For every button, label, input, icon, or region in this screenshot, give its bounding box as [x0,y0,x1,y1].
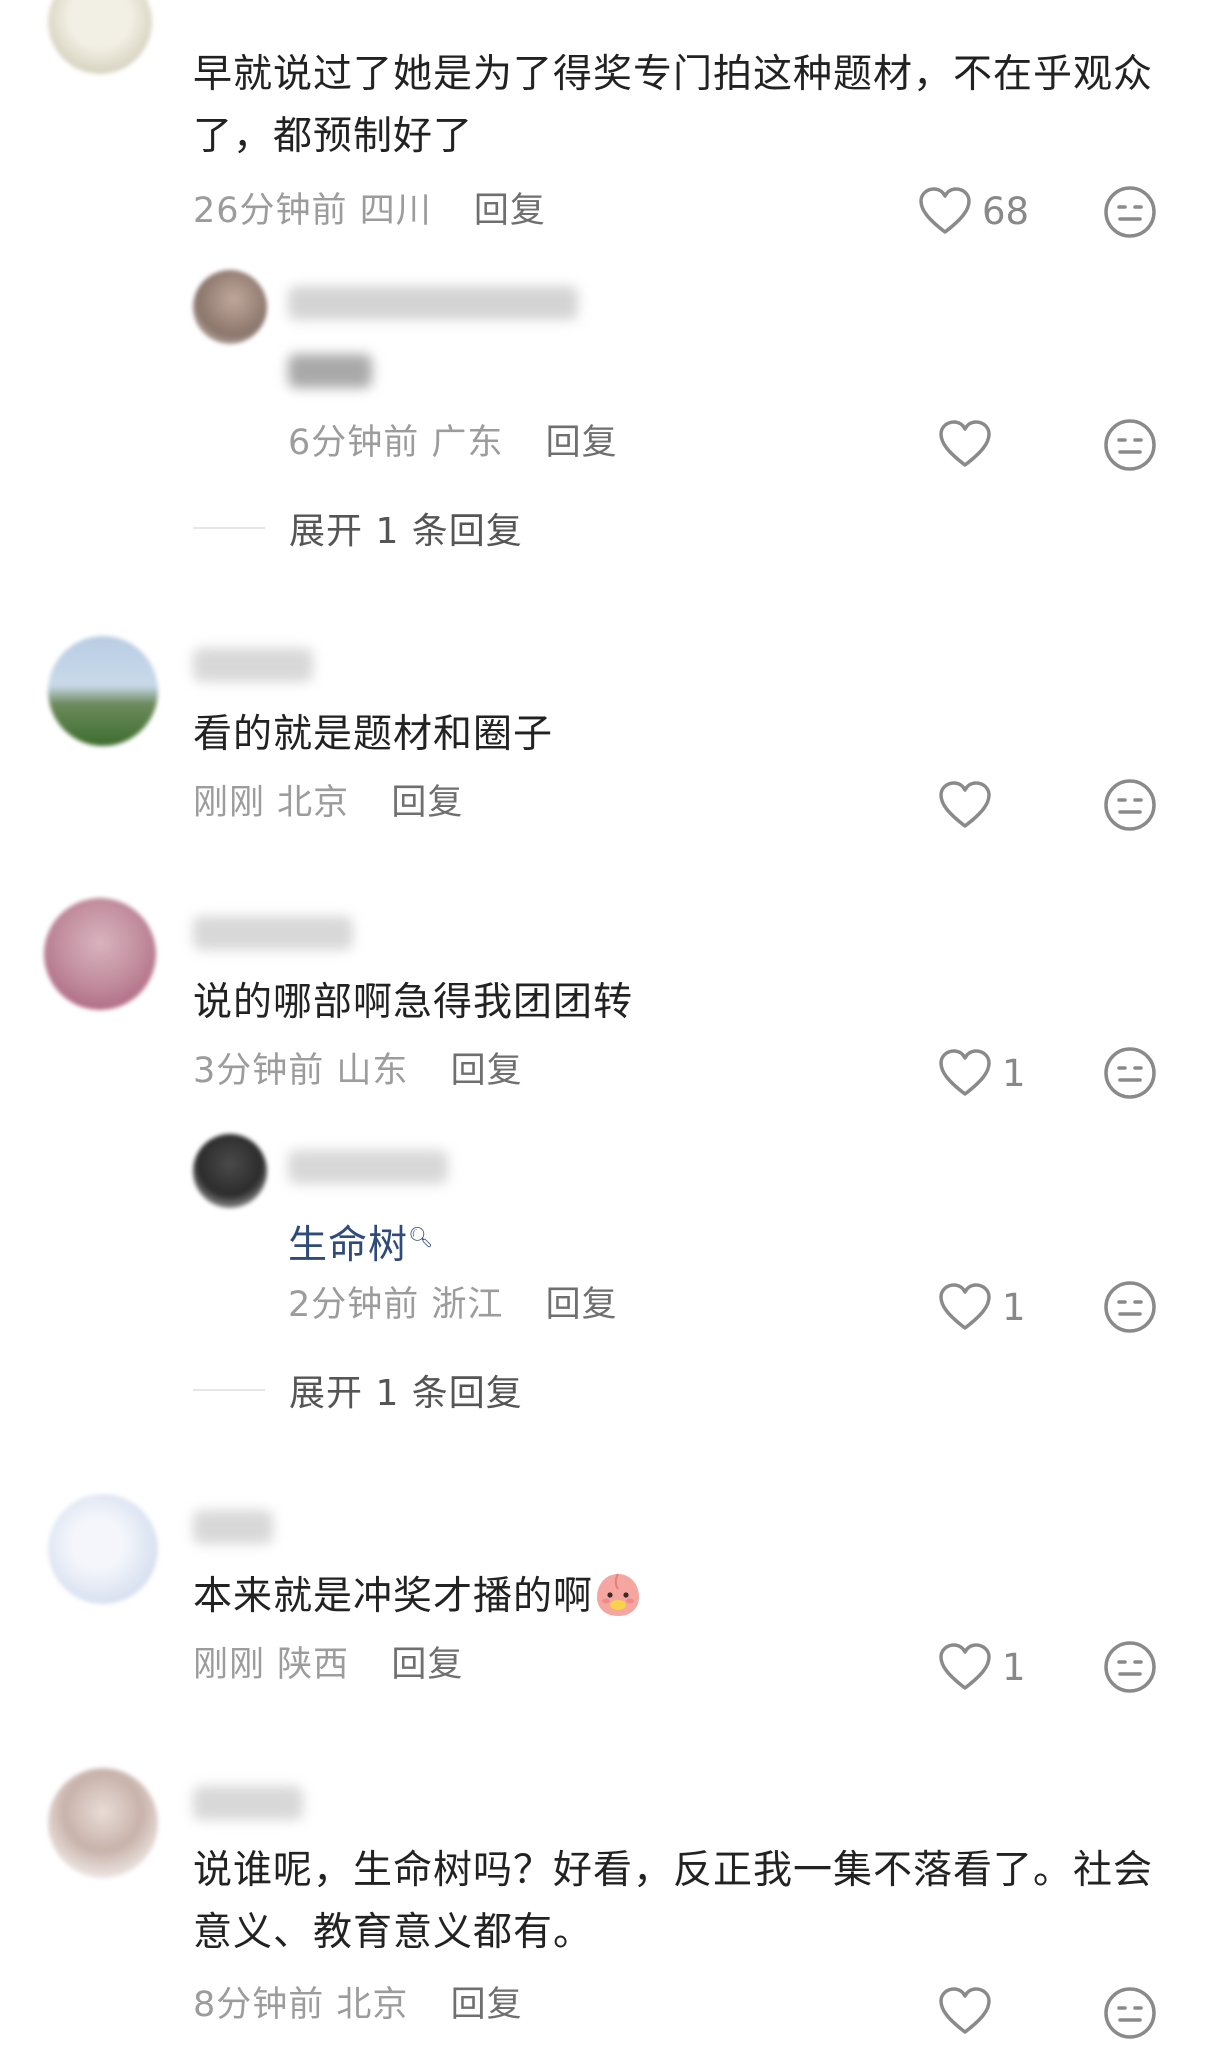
reply-button[interactable]: 回复 [451,1985,523,2025]
like-count: 1 [1002,1051,1026,1095]
neutral-face-icon[interactable] [1103,1986,1157,2040]
comment-time: 26分钟前 [193,191,348,231]
comment-meta: 26分钟前 四川 回复 [193,190,546,232]
username-blurred [288,1150,448,1184]
comment-meta: 2分钟前 浙江 回复 [288,1284,618,1326]
reply-button[interactable]: 回复 [546,1285,618,1325]
username-blurred [193,1510,273,1544]
comment-location: 山东 [336,1051,409,1091]
reply-button[interactable]: 回复 [474,191,546,231]
comment-text: 本来就是冲奖才播的啊 [193,1566,1153,1628]
like-button[interactable]: 1 [938,1048,1026,1098]
like-button[interactable]: 1 [938,1282,1026,1332]
username-blurred [193,648,313,682]
comment-text: 早就说过了她是为了得奖专门拍这种题材，不在乎观众了，都预制好了 [193,52,1154,159]
avatar[interactable] [44,898,156,1010]
comment-location: 陕西 [277,1645,350,1685]
comment-text: 看的就是题材和圈子 [193,712,554,757]
like-count: 68 [982,189,1030,233]
like-button[interactable] [938,419,992,469]
reply-text-blurred [288,354,372,388]
neutral-face-icon[interactable] [1103,1640,1157,1694]
reply-button[interactable]: 回复 [391,1645,463,1685]
comment-meta: 刚刚 陕西 回复 [193,1644,463,1686]
username-blurred [288,286,578,320]
comment-text: 说谁呢，生命树吗？好看，反正我一集不落看了。社会意义、教育意义都有。 [193,1848,1154,1955]
neutral-face-icon[interactable] [1103,418,1157,472]
neutral-face-icon[interactable] [1103,185,1157,239]
heart-outline-icon [939,420,991,467]
heart-outline-icon [919,187,971,234]
comment-time: 刚刚 [193,1645,266,1685]
reply-button[interactable]: 回复 [391,783,463,823]
avatar[interactable] [193,270,267,344]
like-count: 1 [1002,1285,1026,1329]
comment-meta: 刚刚 北京 回复 [193,782,463,824]
heart-outline-icon [939,781,991,828]
reply-button[interactable]: 回复 [451,1051,523,1091]
neutral-face-icon[interactable] [1103,778,1157,832]
comment-time: 2分钟前 [288,1285,420,1325]
like-button[interactable]: 1 [938,1642,1026,1692]
avatar[interactable] [193,1134,267,1208]
reply-button[interactable]: 回复 [546,423,618,463]
comment-time: 6分钟前 [288,423,420,463]
like-button[interactable]: 68 [918,186,1029,236]
comment-location: 广东 [431,423,504,463]
neutral-face-icon[interactable] [1103,1280,1157,1334]
comment-meta: 6分钟前 广东 回复 [288,422,618,464]
username-blurred [193,916,353,950]
comment-time: 8分钟前 [193,1985,325,2025]
comment-time: 3分钟前 [193,1051,325,1091]
avatar[interactable] [48,1494,158,1604]
heart-outline-icon [939,1643,991,1690]
heart-outline-icon [939,1283,991,1330]
comment-location: 四川 [359,191,432,231]
neutral-face-icon[interactable] [1103,1046,1157,1100]
comment-time: 刚刚 [193,783,266,823]
comment-location: 北京 [336,1985,409,2025]
expand-replies-button[interactable]: 展开 1 条回复 [193,502,523,554]
comment-location: 北京 [277,783,350,823]
heart-outline-icon [939,1049,991,1096]
comment-location: 浙江 [431,1285,504,1325]
comment-meta: 3分钟前 山东 回复 [193,1050,523,1092]
search-link[interactable]: 生命树 [288,1223,408,1268]
comment-meta: 8分钟前 北京 回复 [193,1984,523,2026]
search-mark-icon[interactable]: 🔍︎ [408,1225,434,1249]
comment-text: 说的哪部啊急得我团团转 [193,980,634,1025]
like-count: 1 [1002,1645,1026,1689]
expand-label[interactable]: 展开 1 条回复 [289,1364,523,1416]
comment-text-body: 本来就是冲奖才播的啊 [193,1574,594,1619]
like-button[interactable] [938,780,992,830]
divider [193,527,265,529]
avatar[interactable] [48,636,158,746]
reply-text: 生命树🔍︎ [288,1206,1206,1277]
divider [193,1389,265,1391]
like-button[interactable] [938,1986,992,2036]
avatar[interactable] [48,1768,158,1878]
username-blurred [193,1786,303,1820]
heart-outline-icon [939,1987,991,2034]
avatar[interactable] [48,0,152,74]
expand-replies-button[interactable]: 展开 1 条回复 [193,1364,523,1416]
expand-label[interactable]: 展开 1 条回复 [289,502,523,554]
peach-emoji-icon [597,1573,640,1616]
